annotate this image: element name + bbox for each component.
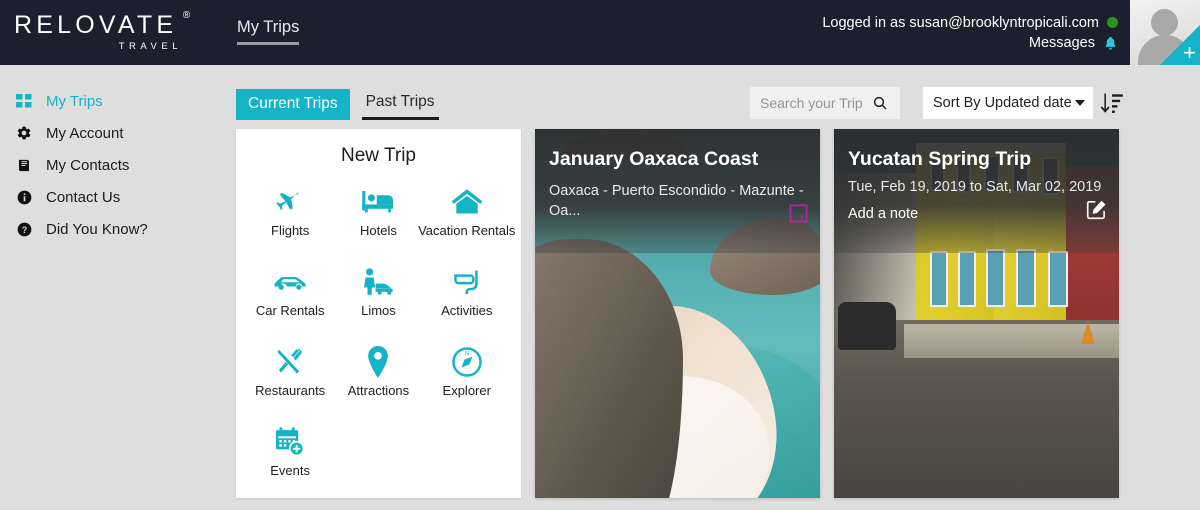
tab-past-trips[interactable]: Past Trips	[356, 94, 439, 120]
avatar-add-icon[interactable]: +	[1183, 42, 1196, 64]
trip-cards-row: New Trip Flights Hotels Vacation Rentals…	[236, 129, 1119, 498]
sidebar-item-label: My Account	[46, 124, 124, 142]
tile-label: Explorer	[442, 383, 491, 398]
tile-label: Car Rentals	[255, 303, 325, 318]
fork-knife-icon	[273, 341, 307, 383]
tile-label: Limos	[361, 303, 396, 318]
edit-note-icon[interactable]	[1086, 199, 1107, 220]
logged-in-row: Logged in as susan@brooklyntropicali.com	[822, 15, 1118, 31]
messages-row[interactable]: Messages	[1029, 35, 1118, 51]
car-icon	[272, 261, 308, 303]
app-header: RELOVATE ® TRAVEL My Trips Logged in as …	[0, 0, 1200, 65]
tile-label: Activities	[441, 303, 493, 318]
sidebar-item-contact-us[interactable]: Contact Us	[0, 181, 224, 213]
nav-tab-label: My Trips	[237, 18, 300, 36]
tile-attractions[interactable]: Attractions	[334, 341, 422, 421]
tab-current-trips[interactable]: Current Trips	[236, 89, 350, 120]
calendar-add-icon	[274, 421, 306, 463]
trip-card-oaxaca[interactable]: January Oaxaca Coast Oaxaca - Puerto Esc…	[535, 129, 820, 498]
book-icon	[15, 158, 33, 173]
trip-title: January Oaxaca Coast	[549, 148, 759, 170]
add-a-note-label[interactable]: Add a note	[848, 206, 1105, 222]
logged-in-label: Logged in as susan@brooklyntropicali.com	[822, 14, 1099, 31]
note-square-icon[interactable]	[789, 204, 808, 223]
nav-tab-underline	[237, 42, 300, 45]
house-icon	[450, 181, 484, 223]
main-content: Current Trips Past Trips Sort By Updated…	[224, 65, 1200, 510]
trips-toolbar: Current Trips Past Trips Sort By Updated…	[224, 65, 1200, 120]
bed-icon	[361, 181, 395, 223]
tile-label: Vacation Rentals	[418, 223, 516, 238]
tile-label: Attractions	[347, 383, 410, 398]
gear-icon	[15, 125, 33, 141]
sidebar-item-label: Did You Know?	[46, 220, 148, 238]
search-input[interactable]	[760, 95, 872, 111]
tile-events[interactable]: Events	[246, 421, 334, 501]
map-pin-icon	[364, 341, 392, 383]
new-trip-tile-grid: Flights Hotels Vacation Rentals Car Rent…	[236, 181, 521, 501]
svg-text:N: N	[465, 351, 469, 357]
sort-descending-icon[interactable]	[1099, 90, 1125, 116]
trip-card-yucatan[interactable]: Yucatan Spring Trip Tue, Feb 19, 2019 to…	[834, 129, 1119, 498]
tile-explorer[interactable]: N Explorer	[423, 341, 511, 421]
tile-label: Restaurants	[255, 383, 326, 398]
tile-activities[interactable]: Activities	[423, 261, 511, 341]
sidebar-item-my-account[interactable]: My Account	[0, 117, 224, 149]
svg-text:?: ?	[21, 224, 26, 234]
trip-subtitle: Tue, Feb 19, 2019 to Sat, Mar 02, 2019	[848, 178, 1102, 195]
online-status-dot	[1107, 17, 1118, 28]
tab-past-underline	[361, 116, 439, 120]
sidebar-item-my-trips[interactable]: My Trips	[0, 85, 224, 117]
limo-driver-icon	[360, 261, 396, 303]
brand-tagline: TRAVEL	[118, 41, 182, 52]
tile-flights[interactable]: Flights	[246, 181, 334, 261]
brand-name: RELOVATE	[14, 11, 178, 39]
info-icon	[15, 190, 33, 205]
avatar[interactable]: +	[1130, 0, 1200, 65]
sidebar-item-label: Contact Us	[46, 188, 121, 206]
sort-select[interactable]: Sort By Updated date	[923, 87, 1093, 119]
sidebar-item-did-you-know[interactable]: ? Did You Know?	[0, 213, 224, 245]
snorkel-icon	[450, 261, 484, 303]
trip-title: Yucatan Spring Trip	[848, 148, 1032, 170]
trip-card-text: January Oaxaca Coast Oaxaca - Puerto Esc…	[549, 147, 806, 222]
registered-mark: ®	[182, 10, 191, 21]
question-icon: ?	[15, 222, 33, 237]
tile-limos[interactable]: Limos	[334, 261, 422, 341]
nav-tab-my-trips[interactable]: My Trips	[237, 18, 300, 51]
new-trip-title: New Trip	[341, 145, 416, 166]
messages-label: Messages	[1028, 34, 1095, 51]
sidebar-item-label: My Trips	[46, 92, 103, 110]
tile-hotels[interactable]: Hotels	[334, 181, 422, 261]
tile-label: Flights	[271, 223, 310, 238]
tab-past-trips-label: Past Trips	[365, 93, 435, 110]
compass-icon: N	[451, 341, 483, 383]
sort-label: Sort By Updated date	[933, 95, 1072, 111]
new-trip-card: New Trip Flights Hotels Vacation Rentals…	[236, 129, 521, 498]
search-box[interactable]	[750, 87, 900, 119]
header-right-group: Logged in as susan@brooklyntropicali.com…	[822, 15, 1130, 51]
sidebar-item-my-contacts[interactable]: My Contacts	[0, 149, 224, 181]
grid-icon	[15, 93, 33, 109]
tile-label: Hotels	[360, 223, 397, 238]
sidebar: My Trips My Account My Contacts Contact …	[0, 65, 224, 510]
tile-car-rentals[interactable]: Car Rentals	[246, 261, 334, 341]
trip-card-text: Yucatan Spring Trip Tue, Feb 19, 2019 to…	[848, 147, 1105, 222]
bell-icon[interactable]	[1103, 35, 1118, 51]
sidebar-item-label: My Contacts	[46, 156, 130, 174]
tile-label: Events	[270, 463, 311, 478]
trip-subtitle: Oaxaca - Puerto Escondido - Mazunte - Oa…	[549, 182, 804, 220]
brand-logo[interactable]: RELOVATE ® TRAVEL	[14, 10, 191, 53]
tile-restaurants[interactable]: Restaurants	[246, 341, 334, 421]
chevron-down-icon[interactable]	[1075, 100, 1085, 106]
airplane-icon	[273, 181, 307, 223]
trip-tabs: Current Trips Past Trips	[236, 89, 439, 120]
search-icon[interactable]	[872, 95, 888, 111]
tile-vacation-rentals[interactable]: Vacation Rentals	[418, 181, 515, 261]
